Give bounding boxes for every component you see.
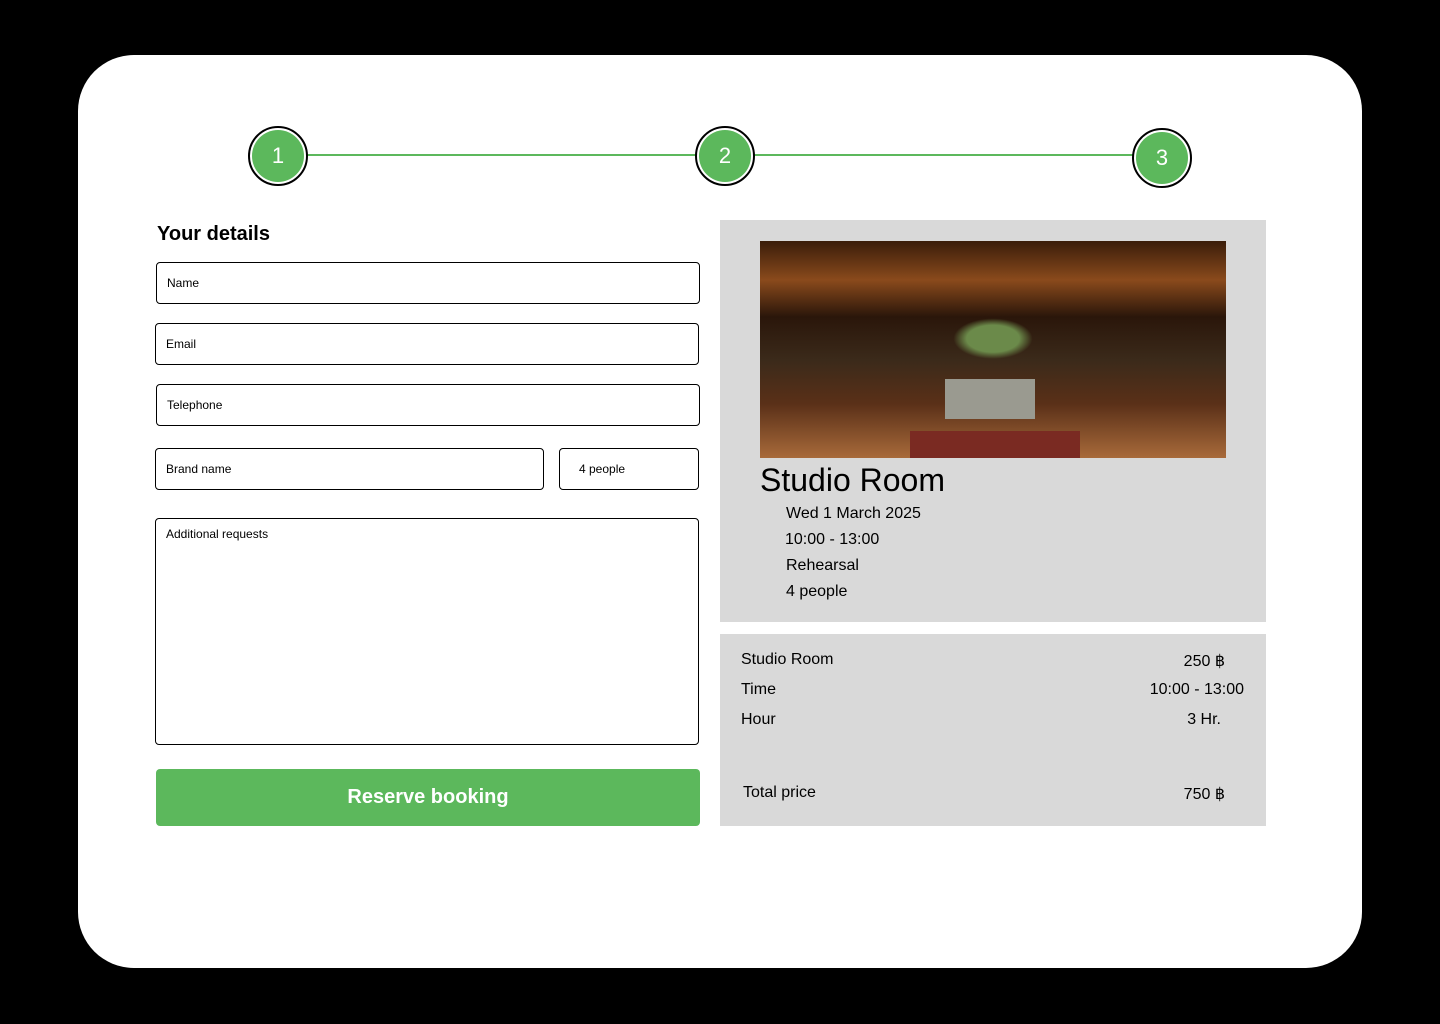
summary-label: Hour bbox=[741, 711, 776, 728]
step-number: 2 bbox=[699, 130, 751, 182]
summary-label: Time bbox=[741, 681, 776, 698]
room-title: Studio Room bbox=[760, 462, 945, 498]
summary-value: 3 Hr. bbox=[1187, 711, 1221, 728]
booking-type: Rehearsal bbox=[786, 557, 859, 574]
booking-time: 10:00 - 13:00 bbox=[785, 531, 880, 548]
step-number: 1 bbox=[252, 130, 304, 182]
brand-name-input[interactable]: Brand name bbox=[155, 448, 544, 490]
form-title: Your details bbox=[157, 223, 270, 245]
email-input[interactable]: Email bbox=[155, 323, 699, 365]
total-price-label: Total price bbox=[743, 784, 816, 801]
summary-value: 10:00 - 13:00 bbox=[1149, 681, 1244, 698]
summary-value: 250 ฿ bbox=[1183, 653, 1225, 670]
studio-room-photo bbox=[760, 241, 1226, 458]
step-2[interactable]: 2 bbox=[695, 126, 755, 186]
summary-label: Studio Room bbox=[741, 651, 834, 668]
name-input[interactable]: Name bbox=[156, 262, 700, 304]
step-1[interactable]: 1 bbox=[248, 126, 308, 186]
step-number: 3 bbox=[1136, 132, 1188, 184]
booking-people: 4 people bbox=[786, 583, 848, 600]
telephone-input[interactable]: Telephone bbox=[156, 384, 700, 426]
additional-requests-textarea[interactable]: Additional requests bbox=[155, 518, 699, 745]
total-price-value: 750 ฿ bbox=[1183, 786, 1225, 803]
reserve-booking-button[interactable]: Reserve booking bbox=[156, 769, 700, 826]
progress-line bbox=[753, 154, 1135, 156]
progress-line bbox=[306, 154, 698, 156]
step-3[interactable]: 3 bbox=[1132, 128, 1192, 188]
booking-date: Wed 1 March 2025 bbox=[786, 505, 921, 522]
people-select[interactable]: 4 people bbox=[559, 448, 699, 490]
